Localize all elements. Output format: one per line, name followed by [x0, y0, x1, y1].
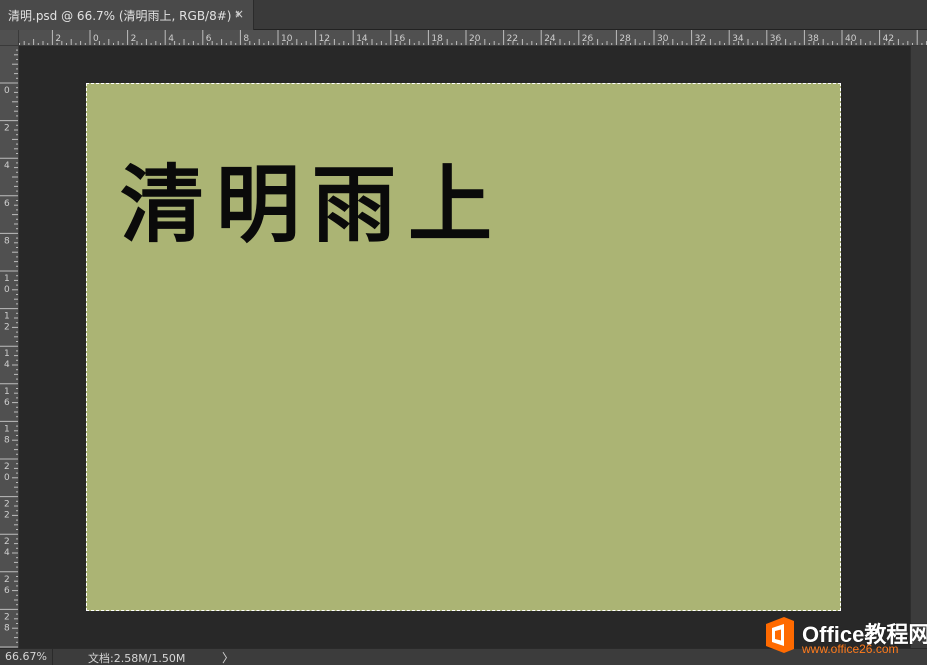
- watermark-url: www.office26.com: [802, 642, 899, 656]
- watermark: Office教程网 www.office26.com: [762, 615, 927, 661]
- ruler-label: 28: [4, 612, 10, 633]
- ruler-label: 2: [4, 124, 10, 134]
- ruler-label: 30: [657, 34, 669, 44]
- office-logo-icon: [766, 617, 794, 653]
- ruler-label: 26: [4, 575, 10, 596]
- ruler-corner[interactable]: [0, 30, 19, 46]
- ruler-label: 40: [845, 34, 857, 44]
- ruler-label: 12: [319, 34, 330, 44]
- ruler-label: 38: [807, 34, 819, 44]
- canvas-area[interactable]: 清明雨上: [19, 46, 910, 648]
- ruler-label: 18: [4, 424, 10, 445]
- ruler-label: 36: [770, 34, 782, 44]
- ruler-label: 6: [206, 34, 212, 44]
- horizontal-ruler-graphic: 2 0 2 4 6 8 10 12 14 16 18 20 22 24 26 28 30 32 34 36 38 40 42: [19, 30, 927, 45]
- document-canvas[interactable]: 清明雨上: [86, 83, 841, 611]
- ruler-label: 26: [582, 34, 594, 44]
- document-tab-bar: 清明.psd @ 66.7% (清明雨上, RGB/8#) * ×: [0, 0, 927, 30]
- ruler-label: 16: [4, 387, 10, 408]
- ruler-label: 12: [4, 312, 10, 333]
- status-divider: [52, 649, 53, 665]
- ruler-label: 10: [4, 274, 10, 295]
- ruler-label: 22: [507, 34, 518, 44]
- ruler-label: 34: [732, 34, 744, 44]
- ruler-label: 0: [93, 34, 99, 44]
- ruler-label: 2: [55, 34, 61, 44]
- ruler-label: 14: [4, 349, 10, 370]
- ruler-label: 6: [4, 199, 10, 209]
- ruler-label: 20: [469, 34, 481, 44]
- ruler-label: 2: [131, 34, 137, 44]
- ruler-label: 14: [356, 34, 368, 44]
- ruler-label: 10: [281, 34, 293, 44]
- vertical-ruler[interactable]: 0246810121416182022242628: [0, 46, 19, 648]
- horizontal-ruler[interactable]: 2 0 2 4 6 8 10 12 14 16 18 20 22 24 26 28 30 32 34 36 38 40 42: [19, 30, 927, 46]
- status-menu-arrow-icon[interactable]: 〉: [222, 649, 234, 665]
- ruler-label: 42: [883, 34, 894, 44]
- document-tab-title: 清明.psd @ 66.7% (清明雨上, RGB/8#) *: [8, 8, 242, 23]
- ruler-label: 20: [4, 462, 10, 483]
- document-size-info: 文档:2.58M/1.50M: [88, 652, 186, 665]
- zoom-level[interactable]: 66.67%: [5, 650, 47, 663]
- ruler-label: 16: [394, 34, 406, 44]
- ruler-label: 32: [695, 34, 706, 44]
- ruler-label: 8: [4, 236, 10, 246]
- ruler-label: 4: [4, 161, 10, 171]
- ruler-label: 22: [4, 500, 10, 521]
- ruler-label: 28: [619, 34, 631, 44]
- ruler-label: 0: [4, 86, 10, 96]
- document-tab[interactable]: 清明.psd @ 66.7% (清明雨上, RGB/8#) * ×: [0, 0, 254, 30]
- text-layer-content: 清明雨上: [120, 155, 505, 254]
- ruler-label: 18: [431, 34, 443, 44]
- ruler-label: 24: [544, 34, 556, 44]
- ruler-label: 4: [168, 34, 174, 44]
- close-icon[interactable]: ×: [234, 7, 244, 21]
- ruler-label: 24: [4, 537, 10, 558]
- vertical-ruler-graphic: 024681 01 21 41 61 82 02 22 42 62 8: [0, 49, 18, 648]
- photoshop-window: 清明.psd @ 66.7% (清明雨上, RGB/8#) * × 202468…: [0, 0, 927, 665]
- vertical-scrollbar[interactable]: [910, 46, 927, 648]
- ruler-label: 8: [243, 34, 249, 44]
